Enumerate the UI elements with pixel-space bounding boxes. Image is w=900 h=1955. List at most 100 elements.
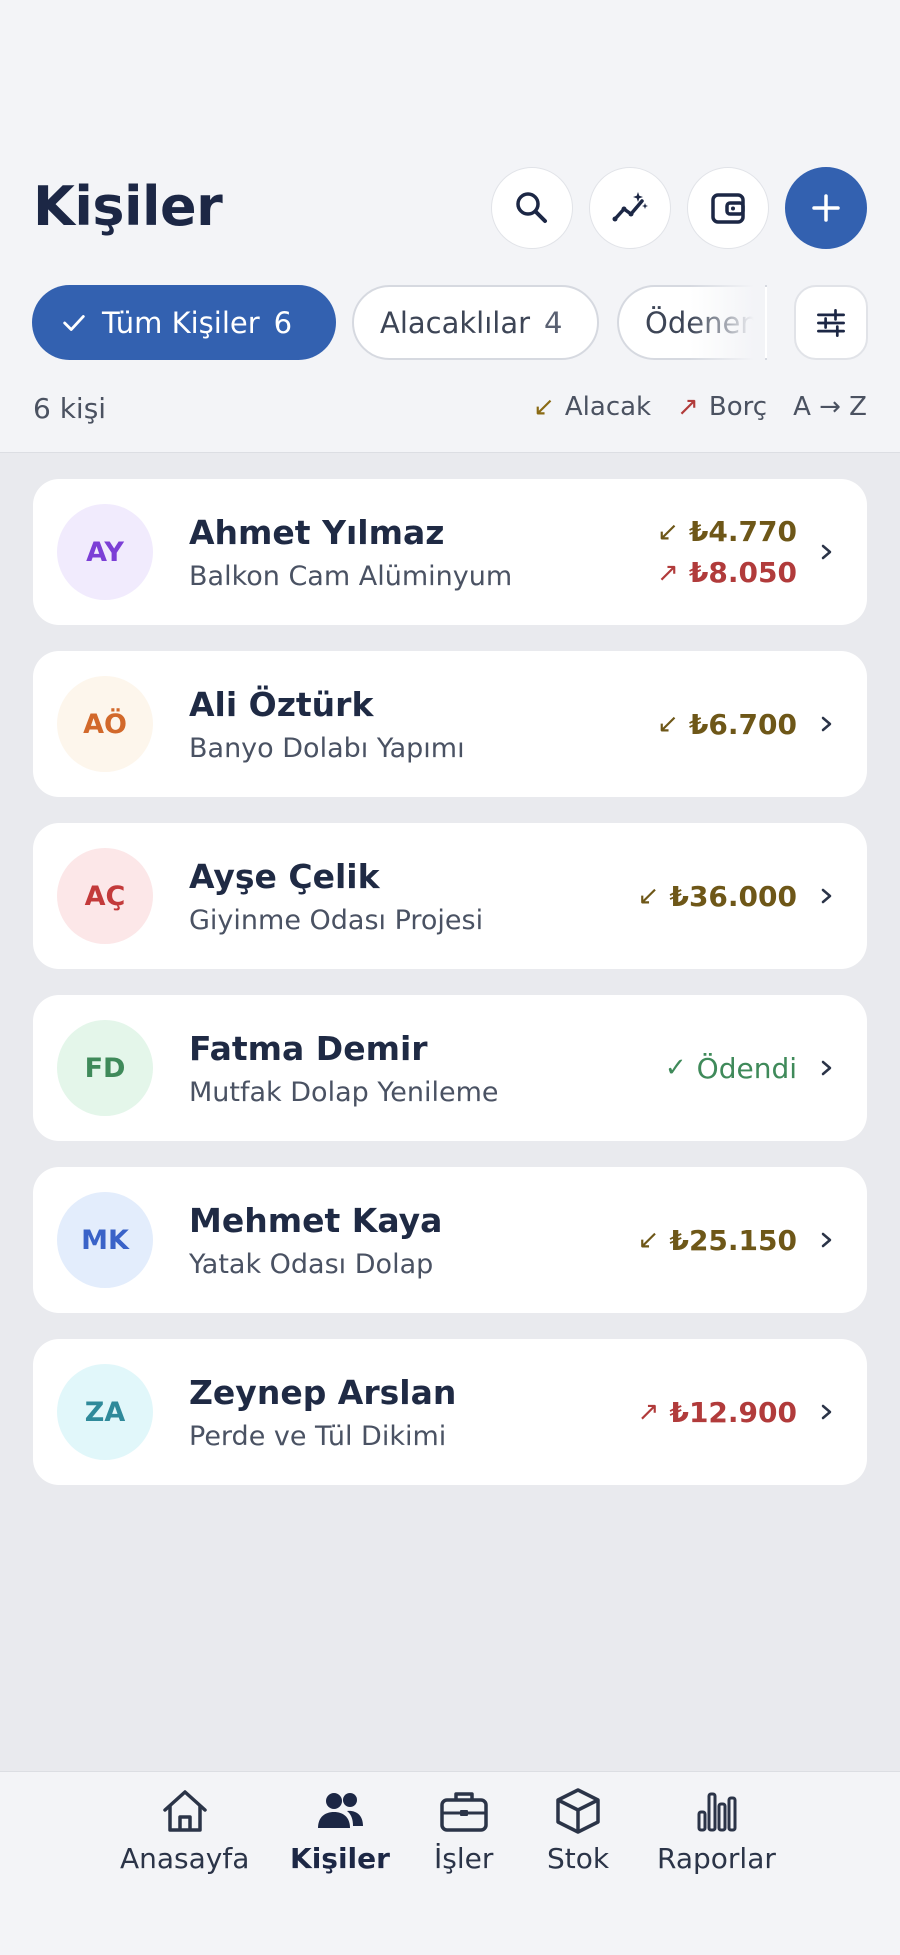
receivable-amount-value: ₺36.000 bbox=[669, 879, 797, 913]
contact-job: Mutfak Dolap Yenileme bbox=[189, 1077, 499, 1108]
nav-item-stock[interactable]: Stok bbox=[547, 1786, 609, 1875]
legend-debt-label: Borç bbox=[708, 392, 768, 422]
balance-group: ↗ ₺12.900 bbox=[638, 1339, 797, 1485]
debt-amount: ↗ ₺8.050 bbox=[657, 556, 797, 589]
contact-name: Ahmet Yılmaz bbox=[189, 513, 445, 552]
sort-toggle[interactable]: A → Z bbox=[793, 392, 867, 422]
bar-chart-icon bbox=[697, 1792, 737, 1832]
wallet-icon bbox=[711, 193, 745, 224]
legend-receivable-label: Alacak bbox=[564, 392, 652, 422]
arrow-up-right-icon: ↗ bbox=[657, 557, 679, 588]
chip-count: 6 bbox=[273, 305, 293, 340]
contact-name: Ayşe Çelik bbox=[189, 857, 380, 896]
contact-name: Fatma Demir bbox=[189, 1029, 428, 1068]
home-icon bbox=[162, 1790, 207, 1832]
chip-label: Alacaklılar bbox=[380, 305, 531, 340]
avatar: AÇ bbox=[57, 848, 153, 944]
balance-group: ↙ ₺36.000 bbox=[638, 823, 797, 969]
balance-group: ↙ ₺6.700 bbox=[657, 651, 797, 797]
nav-label: İşler bbox=[434, 1842, 494, 1875]
chip-count: 4 bbox=[544, 305, 563, 340]
arrow-down-left-icon: ↙ bbox=[657, 709, 679, 739]
chevron-right-icon bbox=[821, 1232, 832, 1248]
bottom-nav: Anasayfa Kişiler İşler Stok Raporlar bbox=[0, 1771, 900, 1955]
nav-label: Raporlar bbox=[657, 1842, 776, 1875]
check-icon: ✓ bbox=[664, 1053, 687, 1083]
avatar: FD bbox=[57, 1020, 153, 1116]
debt-amount-value: ₺8.050 bbox=[688, 556, 797, 589]
arrow-down-left-icon: ↙ bbox=[637, 1225, 660, 1255]
chevron-right-icon bbox=[821, 544, 832, 560]
receivable-amount-value: ₺25.150 bbox=[669, 1223, 797, 1257]
contact-job: Yatak Odası Dolap bbox=[189, 1249, 434, 1280]
receivable-amount: ↙ ₺36.000 bbox=[638, 880, 797, 913]
legend-debt: ↗ Borç bbox=[677, 392, 767, 422]
chevron-right-icon bbox=[821, 1404, 832, 1420]
add-contact-button[interactable] bbox=[785, 167, 867, 249]
arrow-up-right-icon: ↗ bbox=[637, 1397, 660, 1427]
chip-label: Tüm Kişiler bbox=[102, 305, 260, 340]
contact-count: 6 kişi bbox=[33, 392, 107, 425]
contact-card[interactable]: AY Ahmet Yılmaz Balkon Cam Alüminyum ↙ ₺4.77… bbox=[33, 479, 867, 625]
contact-card[interactable]: AÇ Ayşe Çelik Giyinme Odası Projesi ↙ ₺36.00… bbox=[33, 823, 867, 969]
arrow-down-left-icon: ↙ bbox=[657, 516, 679, 547]
sparkle-chart-icon bbox=[612, 192, 648, 222]
search-button[interactable] bbox=[491, 167, 573, 249]
contact-card[interactable]: FD Fatma Demir Mutfak Dolap Yenileme ✓ Ödend… bbox=[33, 995, 867, 1141]
nav-label: Anasayfa bbox=[120, 1842, 250, 1875]
balance-group: ✓ Ödendi bbox=[665, 995, 797, 1141]
contact-card[interactable]: MK Mehmet Kaya Yatak Odası Dolap ↙ ₺25.150 bbox=[33, 1167, 867, 1313]
nav-item-home[interactable]: Anasayfa bbox=[120, 1786, 249, 1875]
header-area: Kişiler Tüm Kişiler 6 Alacaklılar 4 6 ki… bbox=[0, 0, 900, 453]
nav-label: Kişiler bbox=[290, 1842, 390, 1875]
avatar: AÖ bbox=[57, 676, 153, 772]
balance-group: ↙ ₺25.150 bbox=[638, 1167, 797, 1313]
contact-job: Balkon Cam Alüminyum bbox=[189, 561, 513, 592]
page-title: Kişiler bbox=[33, 175, 223, 238]
filter-settings-button[interactable] bbox=[794, 285, 868, 360]
nav-item-reports[interactable]: Raporlar bbox=[657, 1786, 776, 1875]
chip-all-contacts[interactable]: Tüm Kişiler 6 bbox=[32, 285, 336, 360]
avatar: AY bbox=[57, 504, 153, 600]
insights-button[interactable] bbox=[589, 167, 671, 249]
nav-item-contacts[interactable]: Kişiler bbox=[290, 1786, 390, 1875]
contact-job: Perde ve Tül Dikimi bbox=[189, 1421, 447, 1452]
chip-scroll-fade bbox=[690, 285, 765, 360]
receivable-amount-value: ₺4.770 bbox=[688, 515, 797, 548]
nav-item-jobs[interactable]: İşler bbox=[434, 1786, 493, 1875]
contact-name: Zeynep Arslan bbox=[189, 1373, 457, 1412]
contact-job: Giyinme Odası Projesi bbox=[189, 905, 484, 936]
chip-receivables[interactable]: Alacaklılar 4 bbox=[352, 285, 599, 360]
briefcase-icon bbox=[439, 1792, 488, 1832]
balance-group: ↙ ₺4.770 ↗ ₺8.050 bbox=[657, 479, 797, 625]
contact-name: Ali Öztürk bbox=[189, 685, 374, 724]
sort-label: A → Z bbox=[793, 392, 867, 422]
nav-label: Stok bbox=[547, 1842, 610, 1875]
chevron-right-icon bbox=[821, 1060, 832, 1076]
receivable-amount: ↙ ₺4.770 bbox=[657, 515, 797, 548]
contact-card[interactable]: ZA Zeynep Arslan Perde ve Tül Dikimi ↗ ₺12.9… bbox=[33, 1339, 867, 1485]
box-icon bbox=[556, 1788, 600, 1834]
wallet-button[interactable] bbox=[687, 167, 769, 249]
contact-name: Mehmet Kaya bbox=[189, 1201, 443, 1240]
chevron-right-icon bbox=[821, 888, 832, 904]
paid-status-value: Ödendi bbox=[696, 1051, 797, 1085]
sliders-icon bbox=[817, 308, 845, 337]
chevron-right-icon bbox=[821, 716, 832, 732]
arrow-up-right-icon: ↗ bbox=[677, 392, 699, 422]
paid-status: ✓ Ödendi bbox=[665, 1052, 797, 1085]
receivable-amount: ↙ ₺6.700 bbox=[657, 708, 797, 741]
avatar: ZA bbox=[57, 1364, 153, 1460]
contact-job: Banyo Dolabı Yapımı bbox=[189, 733, 465, 764]
arrow-down-left-icon: ↙ bbox=[637, 881, 660, 911]
plus-icon bbox=[812, 194, 840, 222]
debt-amount: ↗ ₺12.900 bbox=[638, 1396, 797, 1429]
legend: ↙ Alacak ↗ Borç A → Z bbox=[533, 392, 867, 422]
search-icon bbox=[516, 192, 547, 223]
legend-receivable: ↙ Alacak bbox=[533, 392, 651, 422]
receivable-amount-value: ₺6.700 bbox=[688, 707, 797, 741]
contact-card[interactable]: AÖ Ali Öztürk Banyo Dolabı Yapımı ↙ ₺6.700 bbox=[33, 651, 867, 797]
receivable-amount: ↙ ₺25.150 bbox=[638, 1224, 797, 1257]
arrow-down-left-icon: ↙ bbox=[533, 392, 555, 422]
check-icon bbox=[63, 314, 85, 331]
